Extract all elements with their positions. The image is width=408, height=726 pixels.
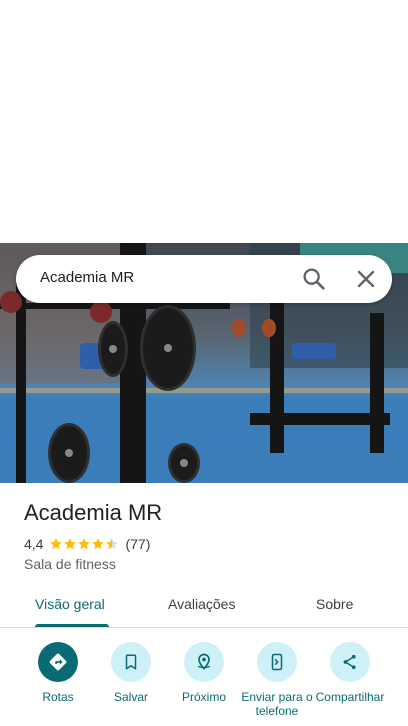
nearby-icon (184, 642, 224, 682)
tab-overview[interactable]: Visão geral (35, 596, 105, 612)
save-button[interactable]: Salvar (94, 640, 168, 704)
place-tabs: Visão geral Avaliações Sobre (0, 584, 408, 628)
tab-about[interactable]: Sobre (316, 596, 353, 612)
photo-bench-pad (292, 343, 336, 359)
star-full-icon (64, 538, 77, 550)
directions-button[interactable]: Rotas (21, 640, 95, 704)
place-title: Academia MR (24, 500, 163, 525)
photo-weight-plate (140, 305, 196, 391)
reviews-count[interactable]: (77) (125, 536, 150, 552)
photo-weight-plate (48, 423, 90, 483)
star-half-icon (106, 538, 119, 550)
directions-icon (38, 642, 78, 682)
send-to-phone-button[interactable]: Enviar para o telefone (240, 640, 314, 718)
share-icon (330, 642, 370, 682)
bookmark-icon (111, 642, 151, 682)
place-category: Sala de fitness (24, 556, 116, 572)
tab-active-indicator (35, 624, 109, 627)
photo-dumbbell (0, 291, 22, 313)
rating-stars (49, 537, 119, 551)
photo-machine-base (250, 413, 390, 425)
send-to-phone-icon (257, 642, 297, 682)
rating-row[interactable]: 4,4 (77) (24, 536, 150, 552)
photo-dumbbell (90, 301, 112, 323)
search-bar[interactable]: Academia MR (16, 255, 392, 303)
share-button[interactable]: Compartilhar (313, 640, 387, 704)
close-icon[interactable] (352, 265, 380, 293)
photo-dumbbell (262, 319, 276, 337)
share-label: Compartilhar (315, 690, 385, 704)
search-icon[interactable] (300, 265, 328, 293)
nearby-label: Próximo (181, 690, 226, 704)
star-full-icon (92, 538, 105, 550)
photo-rack-post (16, 283, 26, 483)
photo-weight-plate (98, 321, 128, 377)
photo-weight-plate (168, 443, 200, 483)
photo-machine-post (370, 313, 384, 453)
action-bar: Rotas Salvar Próximo Enviar para o telef… (0, 640, 408, 726)
search-query[interactable]: Academia MR (40, 269, 134, 286)
star-full-icon (50, 538, 63, 550)
map-area-blank (0, 0, 408, 243)
rating-value: 4,4 (24, 536, 44, 552)
photo-dumbbell (232, 319, 246, 337)
nearby-button[interactable]: Próximo (167, 640, 241, 704)
directions-label: Rotas (42, 690, 74, 704)
tab-reviews[interactable]: Avaliações (168, 596, 235, 612)
save-label: Salvar (113, 690, 148, 704)
star-full-icon (78, 538, 91, 550)
photo-bar (0, 303, 230, 309)
send-to-phone-label: Enviar para o telefone (241, 690, 313, 718)
